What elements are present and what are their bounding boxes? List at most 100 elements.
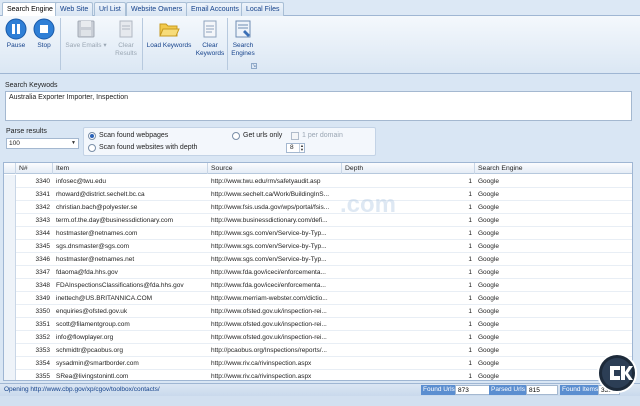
spinner-arrows-icon[interactable]: ▲ ▼ bbox=[299, 144, 304, 152]
row-header[interactable] bbox=[4, 318, 16, 331]
status-text: Opening http://www.cbp.gov/xp/cgov/toolb… bbox=[4, 386, 160, 393]
dialog-launcher-icon[interactable]: ↘ bbox=[251, 63, 257, 69]
table-row[interactable]: 3348 FDAInspectionsClassifications@fda.hh… bbox=[4, 279, 632, 292]
results-grid: N# Item Source Depth Search Engine 3340 i… bbox=[3, 162, 633, 381]
cell-item: sysadmin@smartborder.com bbox=[56, 360, 139, 367]
table-row[interactable]: 3354 sysadmin@smartborder.com http://www.r… bbox=[4, 357, 632, 370]
cell-item: infosec@twu.edu bbox=[56, 178, 106, 185]
tab-email-accounts[interactable]: Email Accounts bbox=[186, 2, 244, 16]
pause-icon bbox=[5, 18, 27, 40]
get-urls-only-label: Get urls only bbox=[243, 132, 283, 139]
row-header[interactable] bbox=[4, 279, 16, 292]
row-header[interactable] bbox=[4, 266, 16, 279]
save-emails-label: Save Emails bbox=[65, 42, 102, 49]
cell-item: rhoward@district.sechelt.bc.ca bbox=[56, 191, 145, 198]
table-row[interactable]: 3343 term.of.the.day@businessdictionary.c… bbox=[4, 214, 632, 227]
row-header[interactable] bbox=[4, 175, 16, 188]
table-row[interactable]: 3350 enquiries@ofsted.gov.uk http://www.of… bbox=[4, 305, 632, 318]
column-header-item[interactable]: Item bbox=[53, 163, 208, 174]
cell-source: http://www.sechelt.ca/Work/BuildingInS..… bbox=[211, 191, 330, 198]
get-urls-only-radio[interactable] bbox=[232, 132, 240, 140]
row-header[interactable] bbox=[4, 331, 16, 344]
tab-local-files[interactable]: Local Files bbox=[241, 2, 285, 16]
cell-search-engine: Google bbox=[478, 334, 499, 341]
row-header[interactable] bbox=[4, 214, 16, 227]
bottom-strip bbox=[0, 396, 640, 406]
cell-source: http://www.ofsted.gov.uk/inspection-rei.… bbox=[211, 334, 327, 341]
load-keywords-label: Load Keywords bbox=[146, 42, 192, 49]
table-row[interactable]: 3346 hostmaster@netnames.net http://www.sg… bbox=[4, 253, 632, 266]
column-header-search-engine[interactable]: Search Engine bbox=[475, 163, 632, 174]
load-keywords-button[interactable]: Load Keywords bbox=[145, 18, 193, 50]
pause-button[interactable]: Pause bbox=[4, 18, 28, 50]
tab-search-engine[interactable]: Search Engine bbox=[2, 2, 58, 17]
table-row[interactable]: 3344 hostmaster@netnames.com http://www.sg… bbox=[4, 227, 632, 240]
depth-spinner[interactable]: 8 ▲ ▼ bbox=[286, 143, 305, 153]
cell-depth: 1 bbox=[468, 230, 472, 237]
table-row[interactable]: 3342 christian.bach@polyester.se http://ww… bbox=[4, 201, 632, 214]
parsed-urls-label: Parsed Urls bbox=[489, 385, 527, 395]
cell-number: 3350 bbox=[35, 308, 50, 315]
clear-results-button[interactable]: Clear Results bbox=[112, 18, 140, 58]
cell-item: schmidtr@pcaobus.org bbox=[56, 347, 123, 354]
cell-item: fdaoma@fda.hhs.gov bbox=[56, 269, 118, 276]
cell-search-engine: Google bbox=[478, 256, 499, 263]
cell-number: 3353 bbox=[35, 347, 50, 354]
tab-web-site[interactable]: Web Site bbox=[55, 2, 94, 16]
one-per-domain-checkbox[interactable] bbox=[291, 132, 299, 140]
cell-search-engine: Google bbox=[478, 269, 499, 276]
row-header[interactable] bbox=[4, 292, 16, 305]
watermark: .com bbox=[340, 191, 397, 218]
cell-source: http://www.businessdictionary.com/defi..… bbox=[211, 217, 328, 224]
stop-button[interactable]: Stop bbox=[32, 18, 56, 50]
cell-source: http://www.twu.edu/rm/safetyaudit.asp bbox=[211, 178, 321, 185]
row-header[interactable] bbox=[4, 188, 16, 201]
row-header[interactable] bbox=[4, 227, 16, 240]
clear-results-label-2: Results bbox=[115, 50, 137, 57]
column-header-number[interactable]: N# bbox=[16, 163, 53, 174]
table-row[interactable]: 3345 sgs.dnsmaster@sgs.com http://www.sgs.… bbox=[4, 240, 632, 253]
cell-depth: 1 bbox=[468, 321, 472, 328]
search-keywords-input[interactable]: Australia Exporter Importer, Inspection bbox=[5, 91, 632, 121]
search-engines-button[interactable]: Search Engines bbox=[229, 18, 257, 58]
cell-depth: 1 bbox=[468, 334, 472, 341]
column-header-depth[interactable]: Depth bbox=[342, 163, 475, 174]
row-header[interactable] bbox=[4, 344, 16, 357]
table-row[interactable]: 3349 inettech@US.BRITANNICA.COM http://www… bbox=[4, 292, 632, 305]
table-row[interactable]: 3355 SRea@livingstonintl.com http://www.ri… bbox=[4, 370, 632, 380]
table-row[interactable]: 3352 info@flowplayer.org http://www.ofsted… bbox=[4, 331, 632, 344]
row-header[interactable] bbox=[4, 305, 16, 318]
row-header[interactable] bbox=[4, 357, 16, 370]
parse-results-label: Parse results bbox=[6, 128, 47, 135]
row-header[interactable] bbox=[4, 201, 16, 214]
column-header-source[interactable]: Source bbox=[208, 163, 342, 174]
cell-source: http://www.sgs.com/en/Service-by-Typ... bbox=[211, 256, 327, 263]
chevron-down-icon: ▾ bbox=[101, 42, 107, 49]
save-emails-button[interactable]: Save Emails ▾ bbox=[64, 18, 108, 50]
scan-webpages-radio[interactable] bbox=[88, 132, 96, 140]
table-row[interactable]: 3341 rhoward@district.sechelt.bc.ca http:/… bbox=[4, 188, 632, 201]
table-row[interactable]: 3347 fdaoma@fda.hhs.gov http://www.fda.gov… bbox=[4, 266, 632, 279]
cell-source: http://www.ofsted.gov.uk/inspection-rei.… bbox=[211, 308, 327, 315]
cell-depth: 1 bbox=[468, 308, 472, 315]
clear-results-label-1: Clear bbox=[118, 42, 134, 49]
cell-source: http://www.fda.gov/iceci/enforcementa... bbox=[211, 282, 326, 289]
stop-icon bbox=[33, 18, 55, 40]
table-row[interactable]: 3351 scott@filamentgroup.com http://www.of… bbox=[4, 318, 632, 331]
cell-source: http://www.sgs.com/en/Service-by-Typ... bbox=[211, 230, 327, 237]
row-header[interactable] bbox=[4, 253, 16, 266]
tab-url-list[interactable]: Url List bbox=[94, 2, 126, 16]
parse-results-select[interactable]: 100 ▼ bbox=[6, 138, 79, 149]
table-row[interactable]: 3353 schmidtr@pcaobus.org http://pcaobus.o… bbox=[4, 344, 632, 357]
scan-websites-depth-radio[interactable] bbox=[88, 144, 96, 152]
row-header[interactable] bbox=[4, 370, 16, 380]
cell-item: info@flowplayer.org bbox=[56, 334, 114, 341]
row-header[interactable] bbox=[4, 240, 16, 253]
table-row[interactable]: 3340 infosec@twu.edu http://www.twu.edu/rm… bbox=[4, 175, 632, 188]
cell-source: http://www.riv.ca/rivinspection.aspx bbox=[211, 360, 312, 367]
cell-number: 3349 bbox=[35, 295, 50, 302]
cell-item: SRea@livingstonintl.com bbox=[56, 373, 129, 380]
tab-website-owners[interactable]: Website Owners bbox=[126, 2, 188, 16]
cell-number: 3346 bbox=[35, 256, 50, 263]
clear-keywords-button[interactable]: Clear Keywords bbox=[195, 18, 225, 58]
